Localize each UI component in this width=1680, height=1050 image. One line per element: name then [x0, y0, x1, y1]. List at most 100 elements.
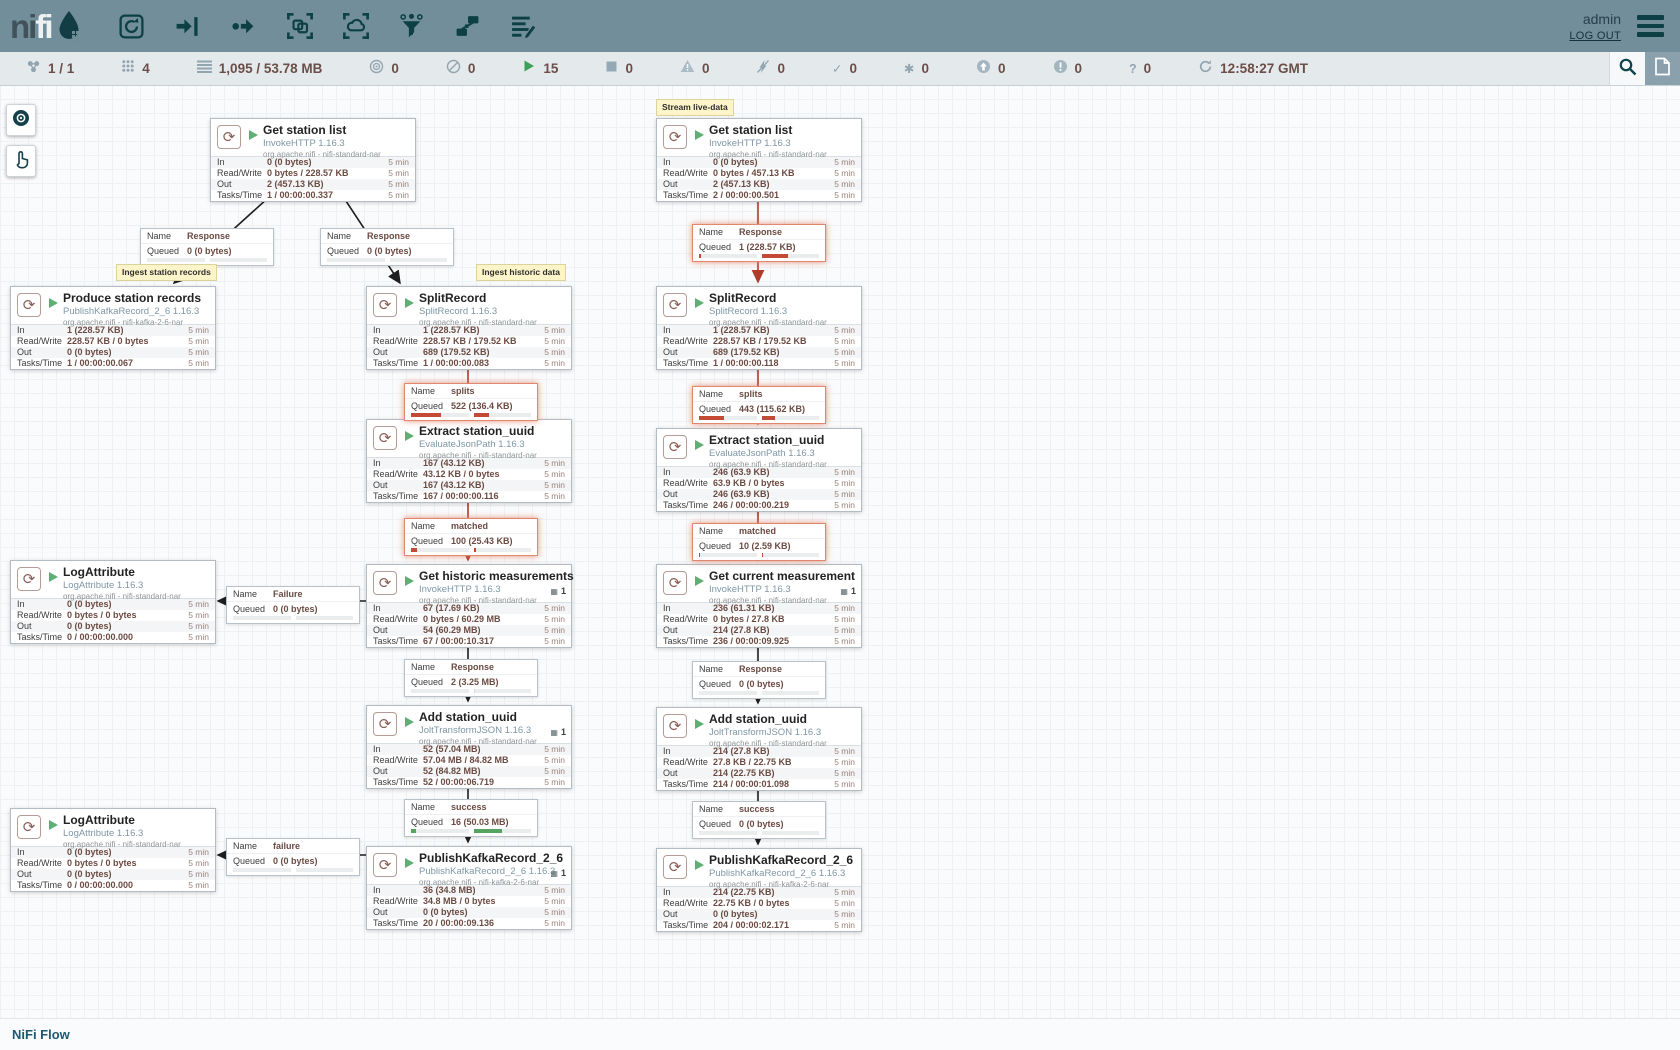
- processor-extract-station-uuid-1[interactable]: ⟳Extract station_uuidEvaluateJsonPath 1.…: [366, 419, 572, 503]
- connection-response-right-2[interactable]: NameResponseQueued0 (0 bytes): [692, 661, 826, 699]
- backpressure-bar: [699, 416, 757, 420]
- connection-queued-row: Queued100 (25.43 KB): [405, 534, 537, 548]
- stat-value: 27.8 KB / 22.75 KB: [713, 757, 825, 768]
- connection-name-row: NameResponse: [321, 229, 453, 244]
- connection-success-right[interactable]: NamesuccessQueued0 (0 bytes): [692, 801, 826, 839]
- label-ingest-station-records[interactable]: Ingest station records: [116, 264, 217, 281]
- processor-get-station-list-1[interactable]: ⟳Get station listInvokeHTTP 1.16.3org.ap…: [210, 118, 416, 202]
- funnel-icon[interactable]: [396, 8, 428, 44]
- stat-label: Read/Write: [663, 168, 713, 179]
- stat-row: Read/Write27.8 KB / 22.75 KB5 min: [657, 757, 861, 768]
- processor-publish-kafka-record-1[interactable]: ⟳PublishKafkaRecord_2_6PublishKafkaRecor…: [366, 846, 572, 930]
- processor-get-current-measurement[interactable]: ⟳Get current measurementInvokeHTTP 1.16.…: [656, 564, 862, 648]
- app-header: nifi admin LOG OUT: [0, 0, 1680, 52]
- stat-label: Read/Write: [663, 614, 713, 625]
- label-ingest-historic-data[interactable]: Ingest historic data: [476, 264, 566, 281]
- processor-produce-station-records[interactable]: ⟳Produce station recordsPublishKafkaReco…: [10, 286, 216, 370]
- active-thread-count-value: 1: [561, 868, 566, 878]
- processor-bundle: org.apache.nifi - nifi-standard-nar: [263, 150, 409, 159]
- connection-response-left-3[interactable]: NameResponseQueued2 (3.25 MB): [404, 659, 538, 697]
- stat-label: Read/Write: [663, 336, 713, 347]
- processor-type-icon: ⟳: [373, 426, 397, 450]
- connection-name-field-label: Name: [411, 802, 445, 812]
- processor-stats: In236 (61.31 KB)5 minRead/Write0 bytes /…: [657, 602, 861, 647]
- processor-stats: In36 (34.8 MB)5 minRead/Write34.8 MB / 0…: [367, 884, 571, 929]
- connection-matched-right[interactable]: NamematchedQueued10 (2.59 KB): [692, 523, 826, 561]
- processor-extract-station-uuid-2[interactable]: ⟳Extract station_uuidEvaluateJsonPath 1.…: [656, 428, 862, 512]
- connection-splits-left[interactable]: NamesplitsQueued522 (136.4 KB): [404, 383, 538, 421]
- processor-get-station-list-2[interactable]: ⟳Get station listInvokeHTTP 1.16.3org.ap…: [656, 118, 862, 202]
- backpressure-bar-fill: [762, 553, 763, 557]
- connection-response-top-1[interactable]: NameResponseQueued0 (0 bytes): [140, 228, 274, 266]
- processor-log-attribute-2[interactable]: ⟳LogAttributeLogAttribute 1.16.3org.apac…: [10, 808, 216, 892]
- active-thread-count-value: 1: [561, 727, 566, 737]
- remote-process-group-icon[interactable]: [340, 8, 372, 44]
- output-port-icon[interactable]: [228, 8, 260, 44]
- locally-modified-stale-icon: [1053, 59, 1068, 79]
- hand-button[interactable]: [6, 145, 36, 177]
- stat-row: Tasks/Time1 / 00:00:00.3375 min: [211, 190, 415, 201]
- up-to-date-icon: ✓: [832, 60, 842, 78]
- run-status-icon: [695, 860, 704, 870]
- stat-label: Tasks/Time: [663, 636, 713, 647]
- connection-matched-left[interactable]: NamematchedQueued100 (25.43 KB): [404, 518, 538, 556]
- global-menu-icon[interactable]: [1637, 15, 1664, 37]
- processor-split-record-2[interactable]: ⟳SplitRecordSplitRecord 1.16.3org.apache…: [656, 286, 862, 370]
- breadcrumb-root[interactable]: NiFi Flow: [12, 1027, 70, 1042]
- stat-window: 5 min: [825, 168, 855, 179]
- connection-success-left[interactable]: NamesuccessQueued16 (50.03 MB): [404, 799, 538, 837]
- processor-add-station-uuid-1[interactable]: ⟳Add station_uuidJoltTransformJSON 1.16.…: [366, 705, 572, 789]
- stat-window: 5 min: [179, 880, 209, 891]
- processor-stats: In67 (17.69 KB)5 minRead/Write0 bytes / …: [367, 602, 571, 647]
- processor-type-icon: ⟳: [217, 125, 241, 149]
- connection-name-field-label: Name: [233, 841, 267, 851]
- backpressure-bar: [762, 553, 820, 557]
- connection-name-field-label: Name: [699, 526, 733, 536]
- template-icon[interactable]: [452, 8, 484, 44]
- search-icon: [1618, 57, 1637, 81]
- threads-grid-icon: ▦: [840, 587, 848, 596]
- connection-failure-bottom[interactable]: NamefailureQueued0 (0 bytes): [226, 838, 360, 876]
- connection-response-right-1[interactable]: NameResponseQueued1 (228.57 KB): [692, 224, 826, 262]
- active-thread-count: ▦1: [550, 586, 566, 596]
- processor-type: SplitRecord 1.16.3: [419, 306, 565, 317]
- connection-response-top-2[interactable]: NameResponseQueued0 (0 bytes): [320, 228, 454, 266]
- backpressure-bars: [321, 258, 453, 265]
- stat-value: 0 / 00:00:00.000: [67, 632, 179, 643]
- stat-row: Tasks/Time236 / 00:00:09.9255 min: [657, 636, 861, 647]
- stat-label: Tasks/Time: [373, 358, 423, 369]
- stat-row: Out246 (63.9 KB)5 min: [657, 489, 861, 500]
- label-icon[interactable]: [508, 8, 540, 44]
- label-stream-live-data[interactable]: Stream live-data: [656, 99, 734, 116]
- stat-row: Read/Write63.9 KB / 0 bytes5 min: [657, 478, 861, 489]
- settings-panel-button[interactable]: [1645, 52, 1680, 85]
- stat-label: Tasks/Time: [373, 491, 423, 502]
- observe-button[interactable]: [6, 104, 36, 136]
- processor-split-record-1[interactable]: ⟳SplitRecordSplitRecord 1.16.3org.apache…: [366, 286, 572, 370]
- stat-row: Tasks/Time214 / 00:00:01.0985 min: [657, 779, 861, 790]
- stat-window: 5 min: [535, 907, 565, 918]
- connection-queued-field-label: Queued: [411, 677, 445, 687]
- connection-failure-top[interactable]: NameFailureQueued0 (0 bytes): [226, 586, 360, 624]
- search-button[interactable]: [1609, 52, 1645, 85]
- processor-icon[interactable]: [116, 8, 148, 44]
- processor-bundle: org.apache.nifi - nifi-standard-nar: [419, 451, 565, 460]
- connection-name-value: Response: [367, 231, 410, 241]
- process-group-icon[interactable]: [284, 8, 316, 44]
- stat-window: 5 min: [825, 190, 855, 201]
- connection-splits-right[interactable]: NamesplitsQueued443 (115.62 KB): [692, 386, 826, 424]
- status-stale: 0: [976, 59, 1006, 79]
- processor-add-station-uuid-2[interactable]: ⟳Add station_uuidJoltTransformJSON 1.16.…: [656, 707, 862, 791]
- run-status-icon: [405, 298, 414, 308]
- processor-publish-kafka-record-2[interactable]: ⟳PublishKafkaRecord_2_6PublishKafkaRecor…: [656, 848, 862, 932]
- processor-type-icon: ⟳: [663, 855, 687, 879]
- logout-link[interactable]: LOG OUT: [1569, 30, 1621, 42]
- stat-row: Out167 (43.12 KB)5 min: [367, 480, 571, 491]
- processor-log-attribute-1[interactable]: ⟳LogAttributeLogAttribute 1.16.3org.apac…: [10, 560, 216, 644]
- status-cluster-count: 1 / 1: [48, 61, 74, 76]
- input-port-icon[interactable]: [172, 8, 204, 44]
- stat-label: Read/Write: [373, 896, 423, 907]
- processor-get-historic-measurements[interactable]: ⟳Get historic measurementsInvokeHTTP 1.1…: [366, 564, 572, 648]
- connection-name-row: Namesplits: [405, 384, 537, 399]
- processor-type: LogAttribute 1.16.3: [63, 828, 209, 839]
